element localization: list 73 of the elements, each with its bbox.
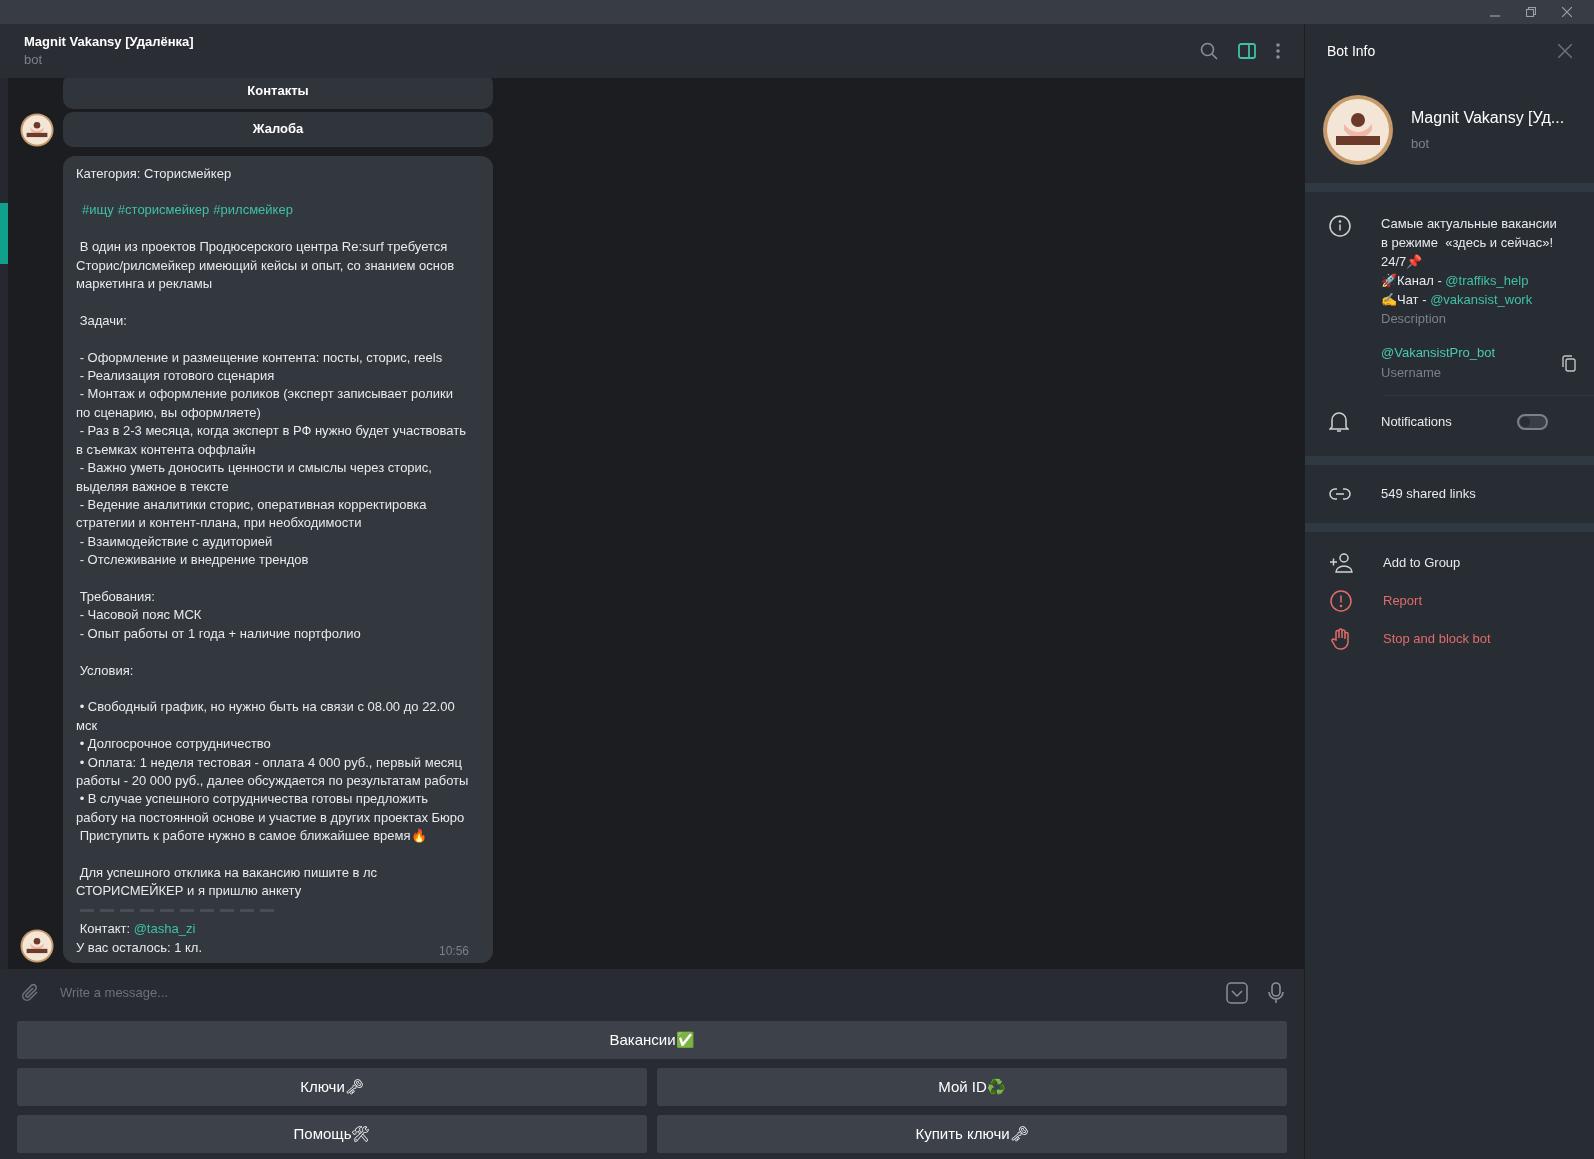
- chat-title: Magnit Vakansy [Удалёнка]: [24, 33, 195, 51]
- message-text: • В случае успешного сотрудничества готовы предложить работу на постоянной основе и участие в других проектах Бюро: [76, 790, 466, 827]
- microphone-icon[interactable]: [1268, 982, 1284, 1004]
- side-panel-icon[interactable]: [1238, 43, 1256, 59]
- description-text: Самые актуальные вакансии в режиме «здесь и сейчас»! 24/7📌: [1381, 215, 1558, 271]
- close-icon[interactable]: [1562, 7, 1572, 17]
- username-label: Username: [1381, 364, 1442, 382]
- search-icon[interactable]: [1200, 42, 1218, 60]
- message-input[interactable]: Write a message...: [60, 983, 1226, 1003]
- message-text: • Свободный график, но нужно быть на связи с 08.00 до 22.00 мск: [76, 698, 456, 735]
- message-text: Категория: Сторисмейкер: [76, 164, 233, 183]
- keyboard-button[interactable]: Купить ключи🗝: [657, 1115, 1287, 1153]
- link-icon: [1329, 488, 1351, 500]
- description-text: 🚀Канал - @traffiks_help: [1381, 272, 1530, 290]
- message-text: • Долгосрочное сотрудничество: [78, 735, 272, 754]
- bot-avatar: [1322, 94, 1394, 166]
- message-time: 10:56: [438, 942, 469, 960]
- message-text: - Раз в 2-3 месяца, когда эксперт в РФ нужно будет участвовать в съемках контента оффлайн: [76, 422, 468, 459]
- add-user-icon: [1329, 553, 1353, 573]
- message-text: • Оплата: 1 неделя тестовая - оплата 4 000 руб., первый месяц работы - 20 000 руб., далее обсуждается по результатам работы: [76, 753, 469, 790]
- bot-avatar: [20, 929, 54, 963]
- hashtag-link[interactable]: #рилсмейкер: [213, 201, 293, 220]
- username-link[interactable]: @VakansistPro_bot: [1381, 343, 1562, 363]
- message-text: - Монтаж и оформление роликов (эксперт записывает ролики по сценарию, вы оформляете): [76, 385, 454, 422]
- copy-icon[interactable]: [1562, 354, 1576, 372]
- keyboard-button[interactable]: Ключи🗝: [17, 1068, 647, 1106]
- add-to-group-item[interactable]: Add to Group: [1383, 553, 1461, 573]
- warning-icon: [1330, 590, 1352, 612]
- channel-link[interactable]: @vakansist_work: [1430, 292, 1533, 307]
- message-text: - Реализация готового сценария: [78, 367, 276, 386]
- keyboard-button[interactable]: Помощь🛠: [17, 1115, 647, 1153]
- inline-button[interactable]: Контакты: [63, 78, 493, 109]
- keyboard-button[interactable]: Вакансии✅: [17, 1021, 1287, 1059]
- inline-button[interactable]: Жалоба: [63, 111, 493, 147]
- bell-icon: [1329, 411, 1349, 433]
- message-text: - Отслеживание и внедрение трендов: [78, 551, 310, 570]
- message-text: Требования:: [78, 587, 156, 606]
- message-text: У вас осталось: 1 кл.: [76, 938, 204, 957]
- keyboard-button[interactable]: Мой ID♻: [657, 1068, 1287, 1106]
- message-text: - Часовой пояс МСК: [78, 606, 203, 625]
- notifications-toggle[interactable]: [1517, 414, 1548, 430]
- bot-name: Magnit Vakansy [Уд...: [1411, 108, 1565, 129]
- message-text: Приступить к работе нужно в самое ближайшее время🔥: [78, 827, 428, 846]
- message-text: Задачи:: [78, 311, 128, 330]
- more-icon[interactable]: [1276, 43, 1280, 59]
- message-text: В один из проектов Продюсерского центра Re:surf требуется Сторис/рилсмейкер имеющий кейсы и опыт, со знанием основ маркетинга и рекламы: [76, 238, 456, 294]
- close-icon[interactable]: [1558, 44, 1572, 58]
- hand-icon: [1331, 628, 1351, 650]
- notifications-label: Notifications: [1381, 413, 1453, 432]
- description-text: ✍Чат - @vakansist_work: [1381, 291, 1534, 309]
- block-bot-item[interactable]: Stop and block bot: [1383, 629, 1491, 649]
- description-label: Description: [1381, 310, 1448, 328]
- message-text: Контакт: @tasha_zi: [78, 920, 197, 939]
- info-icon: [1329, 215, 1351, 237]
- message-text: Условия:: [78, 661, 135, 680]
- channel-link[interactable]: @traffiks_help: [1445, 273, 1529, 288]
- message-text: Для успешного отклика на вакансию пишите в лс СТОРИСМЕЙКЕР и я пришлю анкету: [76, 864, 379, 901]
- message-text: - Взаимодействие с аудиторией: [78, 532, 274, 551]
- hashtag-link[interactable]: #ищу: [82, 201, 114, 220]
- message-text: - Ведение аналитики сторис, оперативная корректировка стратегии и контент-плана, при необходимости: [76, 495, 428, 533]
- panel-title: Bot Info: [1327, 41, 1377, 61]
- message-text: - Оформление и размещение контента: посты, сторис, reels: [78, 348, 444, 367]
- contact-link[interactable]: @tasha_zi: [133, 921, 196, 937]
- restore-icon[interactable]: [1526, 7, 1536, 17]
- hashtag-link[interactable]: #сторисмейкер: [117, 201, 210, 220]
- bot-status: bot: [1411, 135, 1431, 154]
- report-item[interactable]: Report: [1383, 591, 1423, 611]
- composer-bar[interactable]: Write a message...: [0, 969, 1304, 1017]
- chat-status: bot: [24, 51, 44, 69]
- shared-links-item[interactable]: 549 shared links: [1381, 484, 1476, 504]
- message-text: - Важно уметь доносить ценности и смыслы через сторис, выделяя важное в тексте: [76, 459, 433, 496]
- bot-keyboard-icon[interactable]: [1226, 982, 1248, 1004]
- message-text: - Опыт работы от 1 года + наличие портфолио: [78, 624, 362, 643]
